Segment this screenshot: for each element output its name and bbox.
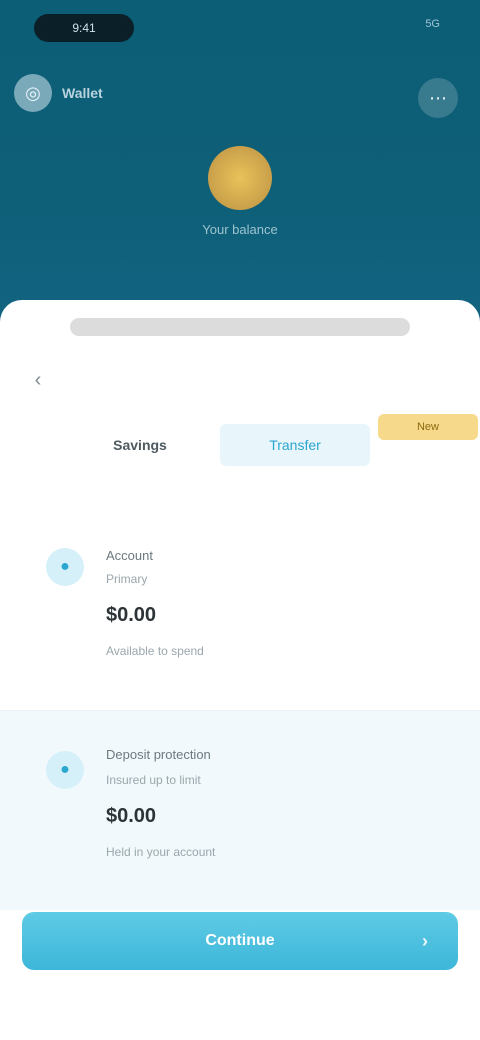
card-value: $0.00 (106, 604, 157, 626)
protection-card[interactable]: ● Deposit protection Insured up to limit… (0, 710, 480, 910)
back-icon[interactable]: ‹ (24, 366, 52, 394)
coin-icon (208, 146, 272, 210)
more-icon[interactable]: ⋯ (418, 78, 458, 118)
app-screen: 9:41 5G ◎ Wallet ⋯ Your balance ‹ Saving… (0, 0, 480, 1040)
card-label: Account (106, 548, 153, 563)
header: 9:41 5G ◎ Wallet ⋯ Your balance (0, 0, 480, 330)
card-sublabel: Primary (106, 572, 148, 586)
card-note: Available to spend (106, 644, 204, 658)
tab-transfer[interactable]: Transfer (220, 424, 370, 466)
sheet-handle[interactable] (70, 318, 410, 336)
card-sublabel: Insured up to limit (106, 773, 201, 787)
bottom-sheet: ‹ Savings Transfer New ● Account Primary… (0, 300, 480, 1040)
brand-name: Wallet (62, 85, 103, 101)
header-subtitle: Your balance (202, 222, 278, 237)
account-icon: ● (46, 548, 84, 586)
account-card[interactable]: ● Account Primary $0.00 Available to spe… (0, 520, 480, 690)
chevron-right-icon: › (422, 930, 428, 951)
tab-bar: Savings Transfer New (60, 414, 480, 476)
tab-savings[interactable]: Savings (60, 424, 220, 466)
brand-logo-icon: ◎ (14, 74, 52, 112)
protection-icon: ● (46, 751, 84, 789)
status-time: 9:41 (34, 14, 134, 42)
tab-new-badge[interactable]: New (378, 414, 478, 440)
continue-button[interactable]: Continue › (22, 912, 458, 970)
card-note: Held in your account (106, 845, 216, 859)
card-label: Deposit protection (106, 747, 211, 762)
status-indicators: 5G (425, 18, 440, 30)
card-value: $0.00 (106, 805, 157, 827)
app-brand[interactable]: ◎ Wallet (14, 74, 103, 112)
continue-button-label: Continue (205, 932, 275, 949)
